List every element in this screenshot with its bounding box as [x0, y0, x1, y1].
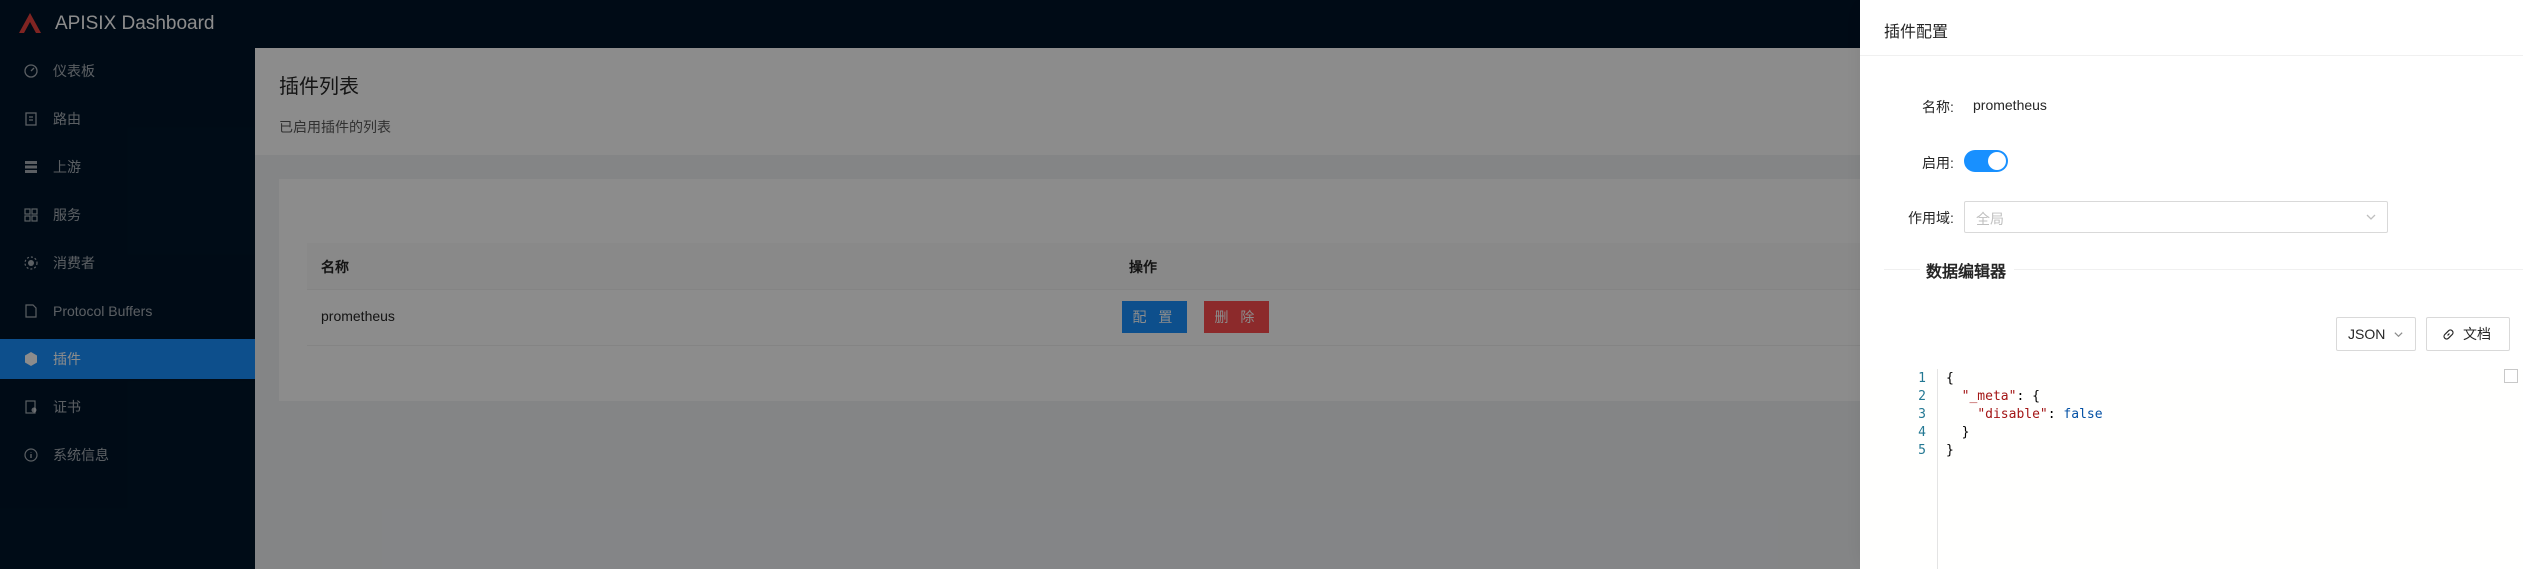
enable-switch[interactable]	[1964, 150, 2008, 172]
doc-button-label: 文档	[2463, 326, 2491, 342]
editor-indent-guide	[1937, 369, 1938, 569]
drawer-header: 插件配置	[1860, 0, 2523, 56]
code-line: {	[1946, 371, 1954, 386]
code-line: }	[1946, 425, 1970, 440]
json-code-editor[interactable]: 1 2 3 4 5 { "_meta": { "disable": false …	[1860, 369, 2523, 569]
chevron-down-icon	[2394, 331, 2403, 337]
enable-label: 启用:	[1922, 155, 1954, 171]
code-line: "_meta": {	[1961, 389, 2040, 404]
divider-left	[1884, 269, 1920, 270]
line-number: 5	[1918, 443, 1926, 458]
code-line: }	[1946, 443, 1954, 458]
name-value: prometheus	[1973, 97, 2047, 113]
name-label: 名称:	[1922, 99, 1954, 115]
format-select-value: JSON	[2348, 326, 2386, 342]
scope-label: 作用域:	[1908, 210, 1954, 226]
plugin-config-drawer: 插件配置 名称: prometheus 启用: 作用域: 全局 数据编辑器 JS…	[1860, 0, 2523, 569]
code-line: "disable": false	[1977, 407, 2103, 422]
drawer-title: 插件配置	[1884, 24, 1949, 41]
line-number: 1	[1918, 371, 1926, 386]
line-number: 4	[1918, 425, 1926, 440]
line-number: 3	[1918, 407, 1926, 422]
divider-right	[2014, 269, 2523, 270]
editor-section-title: 数据编辑器	[1926, 258, 2007, 282]
switch-knob	[1988, 152, 2006, 170]
link-icon	[2443, 328, 2454, 340]
editor-scrollbar[interactable]	[2504, 369, 2518, 383]
format-select[interactable]: JSON	[2336, 317, 2416, 351]
line-number: 2	[1918, 389, 1926, 404]
scope-placeholder: 全局	[1976, 211, 2004, 227]
scope-select[interactable]: 全局	[1964, 201, 2388, 233]
drawer-mask[interactable]	[0, 0, 1860, 569]
chevron-down-icon	[2366, 214, 2376, 220]
doc-button[interactable]: 文档	[2426, 317, 2510, 351]
